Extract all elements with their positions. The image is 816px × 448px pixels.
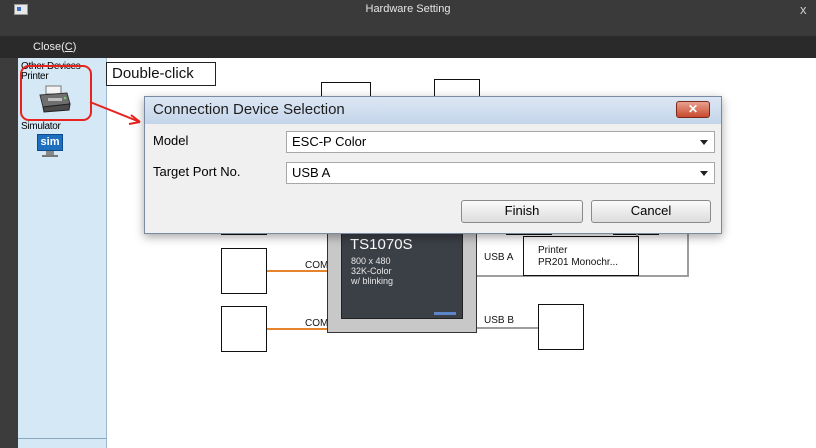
window-close-button[interactable]: x [800,2,807,17]
finish-button[interactable]: Finish [461,200,583,223]
printer-highlight-frame [20,65,92,121]
ts-panel-spec: 32K-Color [351,266,392,276]
target-port-select[interactable]: USB A [286,162,715,184]
target-port-select-value: USB A [292,165,331,180]
ts-panel-spec: w/ blinking [351,276,394,286]
close-menu-suffix: ) [72,41,77,53]
target-port-label: Target Port No. [153,164,241,179]
chevron-down-icon [700,140,708,145]
close-menu-item[interactable]: Close(C) [33,41,76,53]
usb-b-wire [477,327,539,329]
device-box-usb-b[interactable] [538,304,584,350]
device-box[interactable] [321,82,371,97]
model-select[interactable]: ESC-P Color [286,131,715,153]
device-box-edge [506,234,552,235]
printer-device-type: Printer [538,245,568,256]
printer-device-box[interactable] [523,236,639,276]
double-click-callout: Double-click [106,62,216,86]
simulator-icon[interactable]: sim [37,134,63,158]
device-box-com2[interactable] [221,248,267,294]
ts-panel-model: TS1070S [350,236,413,253]
device-box[interactable] [434,79,480,97]
model-label: Model [153,133,189,148]
ts-panel-spec: 800 x 480 [351,256,391,266]
port-label-usb-b: USB B [484,315,515,326]
dialog-title: Connection Device Selection [153,101,345,118]
model-select-value: ESC-P Color [292,134,367,149]
port-label-usb-a: USB A [484,252,514,263]
printer-device-model: PR201 Monochr... [538,257,619,268]
device-box-com3[interactable] [221,306,267,352]
ts-panel-logo [434,312,456,315]
palette-simulator-label: Simulator [21,121,61,132]
device-box-edge [221,234,267,235]
left-edge-bar [0,58,18,448]
sim-icon-text: sim [37,134,63,151]
close-menu-shortcut-key: C [64,41,73,53]
palette-divider [18,438,107,439]
cancel-button[interactable]: Cancel [591,200,711,223]
close-menu-label: Close( [33,41,65,53]
window-title: Hardware Setting [365,3,451,15]
menu-bar [0,36,816,58]
dialog-close-button[interactable]: ✕ [676,101,710,118]
chevron-down-icon [700,171,708,176]
